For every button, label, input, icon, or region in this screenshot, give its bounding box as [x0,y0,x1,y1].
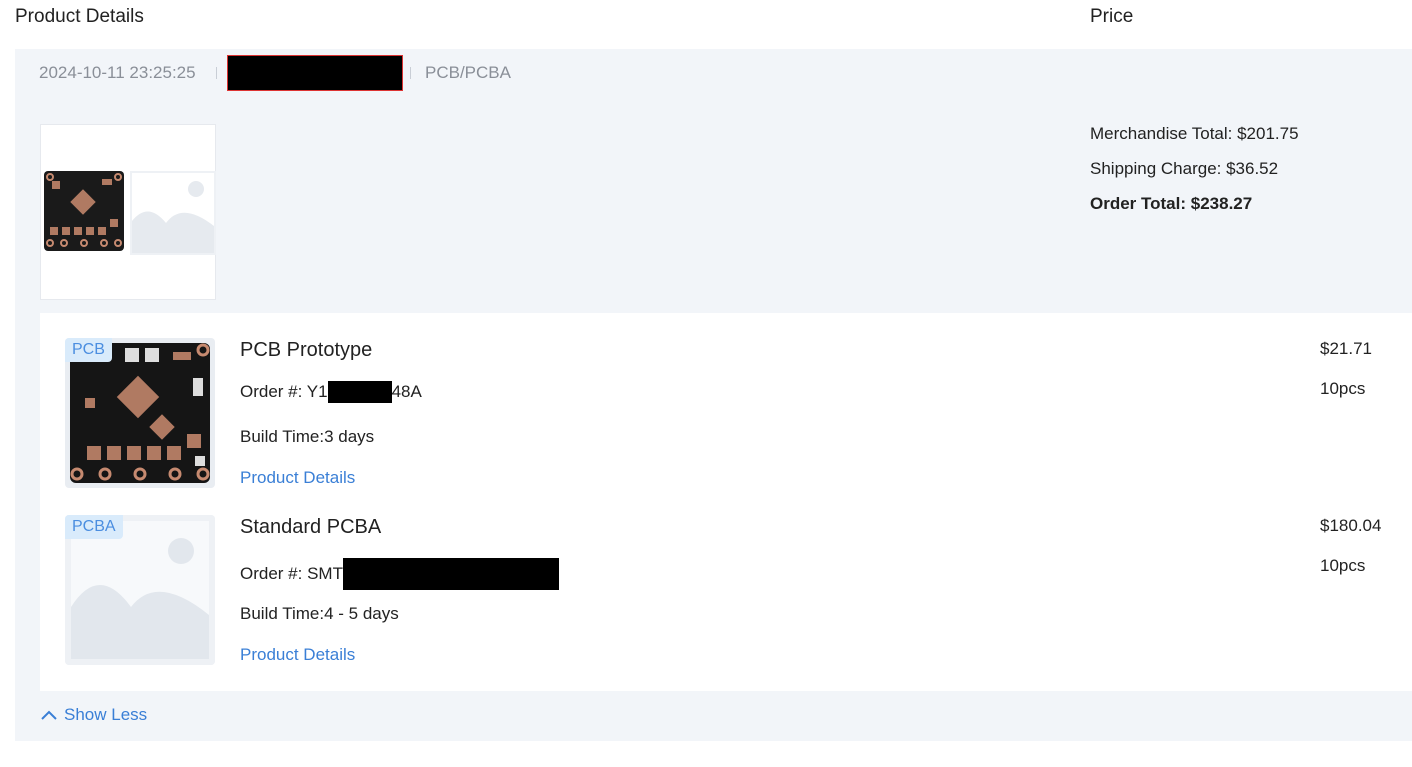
show-less-label: Show Less [64,705,148,724]
item-quantity: 10pcs [1320,379,1366,398]
item-title: Standard PCBA [240,516,382,538]
item-title: PCB Prototype [240,339,373,361]
meta-separator [410,67,411,79]
order-total: Order Total: $238.27 [1090,194,1253,213]
product-tag-pcba: PCBA [65,515,123,539]
item-order-number: Order #: SMT [240,558,559,590]
item-order-number: Order #: Y1 48A [240,381,422,403]
item-build-time: Build Time:3 days [240,427,375,446]
item-price: $21.71 [1320,339,1372,358]
show-less-button[interactable]: Show Less [40,705,147,725]
product-tag-pcb: PCB [65,338,112,362]
order-number-prefix: Order #: Y1 [240,382,328,401]
price-header: Price [1090,6,1134,27]
order-number-prefix: Order #: SMT [240,564,343,583]
image-placeholder-icon [130,171,216,255]
product-details-header: Product Details [15,6,144,27]
order-thumbnails [40,124,216,300]
items-panel [40,313,1412,691]
order-category: PCB/PCBA [425,63,511,82]
item-build-time: Build Time:4 - 5 days [240,604,399,623]
redacted-block [342,558,559,590]
pcb-product-image[interactable]: PCB [65,338,215,488]
item-quantity: 10pcs [1320,556,1366,575]
order-number-suffix: 48A [391,382,422,401]
item-price: $180.04 [1320,516,1382,535]
order-datetime: 2024-10-11 23:25:25 [39,63,196,82]
redacted-block [327,381,392,403]
product-details-link[interactable]: Product Details [240,645,355,665]
merchandise-total: Merchandise Total: $201.75 [1090,124,1299,143]
chevron-up-icon [41,710,57,720]
pcba-product-image[interactable]: PCBA [65,515,215,665]
product-details-link[interactable]: Product Details [240,468,355,488]
meta-separator [216,67,217,79]
pcb-thumbnail-image [44,171,124,251]
shipping-charge: Shipping Charge: $36.52 [1090,159,1279,178]
redacted-order-id [227,55,403,91]
